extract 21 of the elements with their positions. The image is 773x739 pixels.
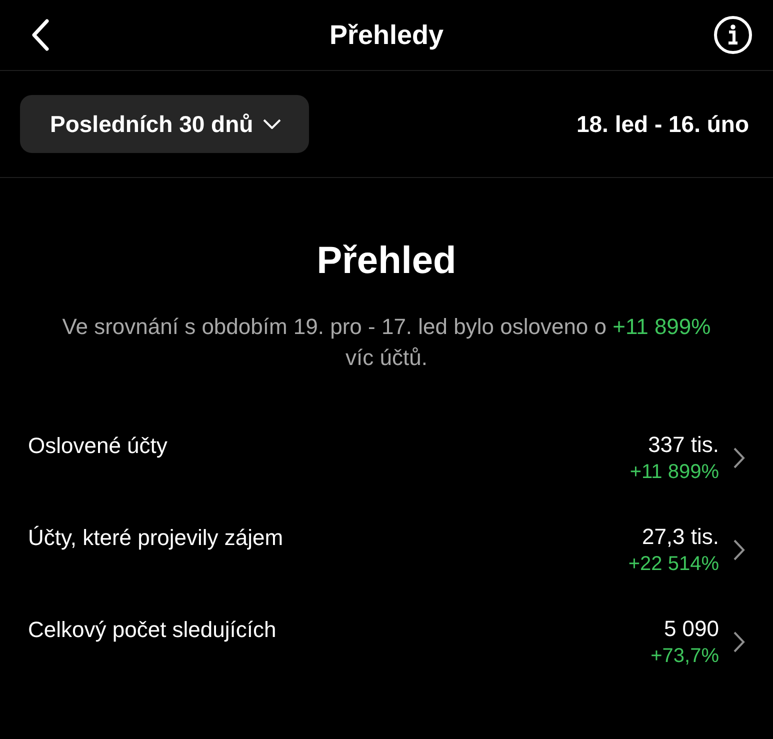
date-range: 18. led - 16. úno [576, 110, 749, 138]
chevron-right-icon[interactable] [733, 631, 745, 653]
metric-label: Oslovené účty [28, 432, 168, 459]
metric-value: 5 090 [664, 615, 719, 643]
chevron-right-icon[interactable] [733, 539, 745, 561]
metric-value: 337 tis. [648, 431, 719, 459]
chevron-right-icon[interactable] [733, 447, 745, 469]
period-dropdown[interactable]: Posledních 30 dnů [20, 95, 310, 153]
metric-change: +22 514% [628, 552, 719, 577]
screen-title: Přehledy [329, 20, 444, 50]
metric-value: 27,3 tis. [642, 523, 719, 551]
info-icon [713, 15, 753, 55]
metric-change: +11 899% [630, 460, 719, 485]
comparison-text: Ve srovnání s obdobím 19. pro - 17. led bylo osloveno o +11 899% víc účtů. [61, 313, 712, 372]
chevron-down-icon [263, 119, 282, 129]
metric-change: +73,7% [650, 644, 719, 669]
section-title: Přehled [316, 240, 456, 283]
metric-label: Celkový počet sledujících [28, 616, 276, 643]
metric-label: Účty, které projevily zájem [28, 524, 284, 551]
chevron-left-icon [30, 18, 50, 52]
info-button[interactable] [711, 13, 755, 57]
